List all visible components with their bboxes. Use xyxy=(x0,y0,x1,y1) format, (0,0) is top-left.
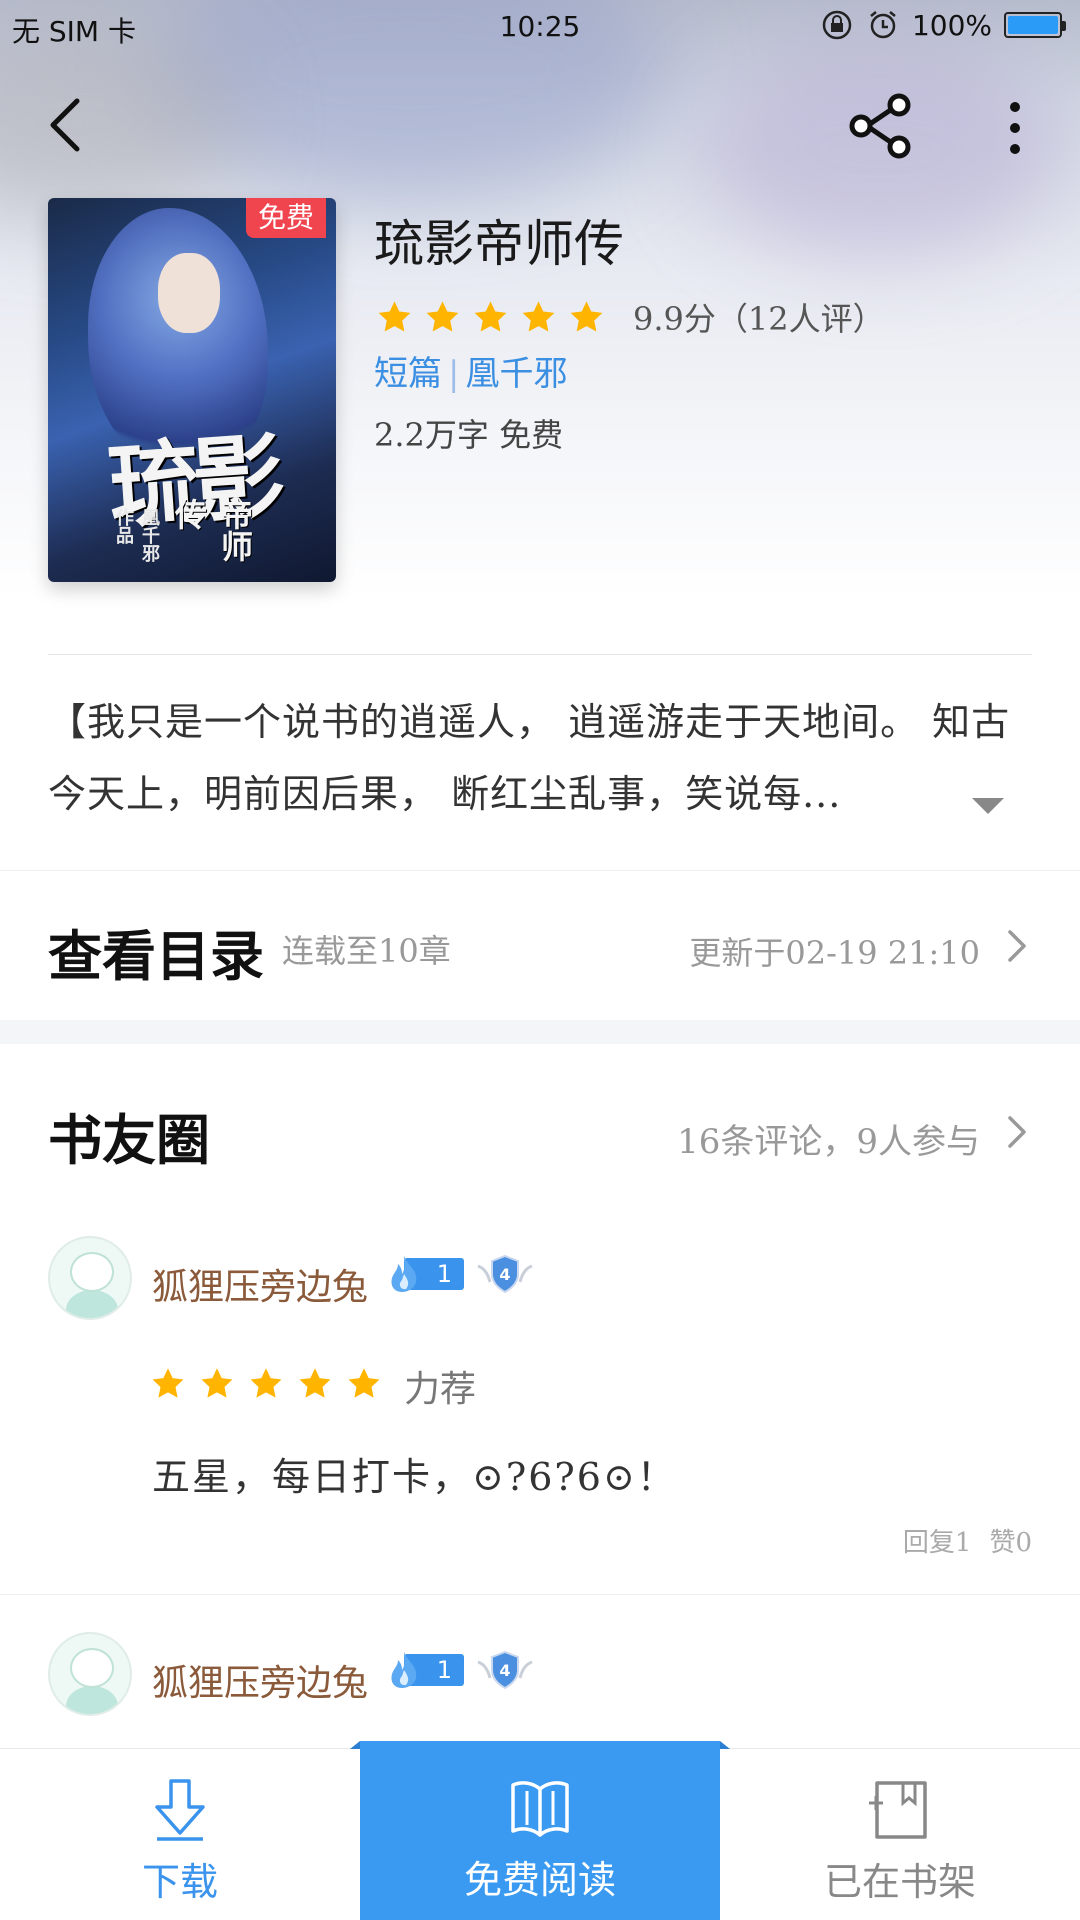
expand-arrow-icon[interactable] xyxy=(972,798,1004,814)
user-level-badge: 1 xyxy=(384,1652,464,1688)
chevron-right-icon xyxy=(1008,1116,1026,1148)
flame-icon xyxy=(391,1652,417,1688)
rating-score: 9.9分（12人评） xyxy=(633,300,885,338)
battery-icon xyxy=(1004,12,1066,38)
star-icon xyxy=(348,1368,380,1398)
battery-percent: 100% xyxy=(911,8,992,42)
avatar[interactable] xyxy=(48,1236,132,1320)
divider xyxy=(48,654,1032,655)
download-label: 下载 xyxy=(141,1860,218,1904)
book-rating: 9.9分（12人评） xyxy=(376,294,885,340)
meta-separator: | xyxy=(448,354,460,394)
category-link[interactable]: 短篇 xyxy=(374,354,442,394)
comment-username[interactable]: 狐狸压旁边兔 xyxy=(152,1258,368,1310)
comment-rating-label: 力荐 xyxy=(404,1369,477,1410)
divider xyxy=(0,870,1080,871)
star-icon xyxy=(522,300,555,332)
synopsis-text[interactable]: 【我只是一个说书的逍遥人， 逍遥游走于天地间。 知古今天上，明前因后果， 断红尘… xyxy=(48,686,1038,830)
comment-meta: 回复1 赞0 xyxy=(903,1522,1032,1559)
share-icon xyxy=(849,93,911,159)
circle-title: 书友圈 xyxy=(48,1108,210,1172)
free-read-label: 免费阅读 xyxy=(463,1858,616,1902)
bookshelf-button[interactable]: 已在书架 xyxy=(720,1749,1080,1920)
price-label: 免费 xyxy=(499,416,564,454)
comment-item[interactable]: 狐狸压旁边兔 1 4 力荐 五星，每日打卡，⊙?6?6⊙！ 回复1 赞0 xyxy=(0,1184,1080,1596)
divider xyxy=(0,1594,1080,1595)
download-button[interactable]: 下载 xyxy=(0,1749,360,1920)
section-gap xyxy=(0,1020,1080,1044)
star-icon xyxy=(426,300,459,332)
bookshelf-label: 已在书架 xyxy=(823,1860,976,1904)
user-level-badge: 1 xyxy=(384,1256,464,1292)
word-count-line: 2.2万字 免费 xyxy=(374,410,563,456)
comment-username[interactable]: 狐狸压旁边兔 xyxy=(152,1654,368,1706)
vip-shield-icon: 4 xyxy=(477,1650,533,1690)
more-options-button[interactable] xyxy=(985,90,1045,166)
star-icon xyxy=(201,1368,233,1398)
catalog-updated: 更新于02-19 21:10 xyxy=(689,934,980,972)
category-author-line: 短篇 | 凰千邪 xyxy=(374,346,567,395)
download-icon xyxy=(155,1779,205,1841)
vip-shield-icon: 4 xyxy=(477,1254,533,1294)
free-read-button[interactable]: 免费阅读 xyxy=(350,1741,730,1920)
flame-icon xyxy=(391,1256,417,1292)
author-link[interactable]: 凰千邪 xyxy=(465,354,567,394)
word-count: 2.2万字 xyxy=(374,416,489,454)
star-icon xyxy=(152,1368,184,1398)
star-icon xyxy=(570,300,603,332)
vip-level: 4 xyxy=(499,1265,510,1284)
star-icon xyxy=(474,300,507,332)
cover-subtitle: 帝师传 xyxy=(170,498,254,562)
comment-item[interactable]: 狐狸压旁边兔 1 4 xyxy=(0,1596,1080,1748)
star-icon xyxy=(378,300,411,332)
catalog-row[interactable]: 查看目录 连载至10章 更新于02-19 21:10 xyxy=(0,872,1080,1020)
star-icon xyxy=(250,1368,282,1398)
rating-stars xyxy=(376,299,605,336)
book-title: 琉影帝师传 xyxy=(374,215,624,273)
vip-level: 4 xyxy=(499,1661,510,1680)
cover-author: 凰千邪 作品 xyxy=(113,508,160,562)
share-button[interactable] xyxy=(840,88,920,164)
status-bar: 无 SIM 卡 10:25 100% xyxy=(0,0,1080,54)
comment-text: 五星，每日打卡，⊙?6?6⊙！ xyxy=(152,1455,677,1499)
comment-rating-stars xyxy=(150,1366,382,1402)
like-count[interactable]: 赞0 xyxy=(989,1528,1032,1558)
free-tag: 免费 xyxy=(245,198,326,238)
book-circle-header[interactable]: 书友圈 16条评论，9人参与 xyxy=(0,1044,1080,1184)
book-cover[interactable]: 琉影 凰千邪 作品 帝师传 免费 xyxy=(48,198,336,582)
open-book-icon xyxy=(511,1781,569,1837)
reply-count[interactable]: 回复1 xyxy=(903,1528,972,1558)
catalog-progress: 连载至10章 xyxy=(282,932,451,970)
alarm-icon xyxy=(870,11,896,39)
rotation-lock-icon xyxy=(822,10,852,40)
star-icon xyxy=(299,1368,331,1398)
more-vertical-icon xyxy=(1010,102,1020,154)
circle-summary: 16条评论，9人参与 xyxy=(677,1122,980,1162)
back-button[interactable] xyxy=(30,90,100,160)
chevron-left-icon xyxy=(50,98,80,152)
bottom-action-bar: 下载 免费阅读 已在书架 xyxy=(0,1741,1080,1920)
catalog-title: 查看目录 xyxy=(48,924,264,988)
bookshelf-icon xyxy=(869,1781,927,1839)
chevron-right-icon xyxy=(1008,930,1026,962)
avatar[interactable] xyxy=(48,1632,132,1716)
